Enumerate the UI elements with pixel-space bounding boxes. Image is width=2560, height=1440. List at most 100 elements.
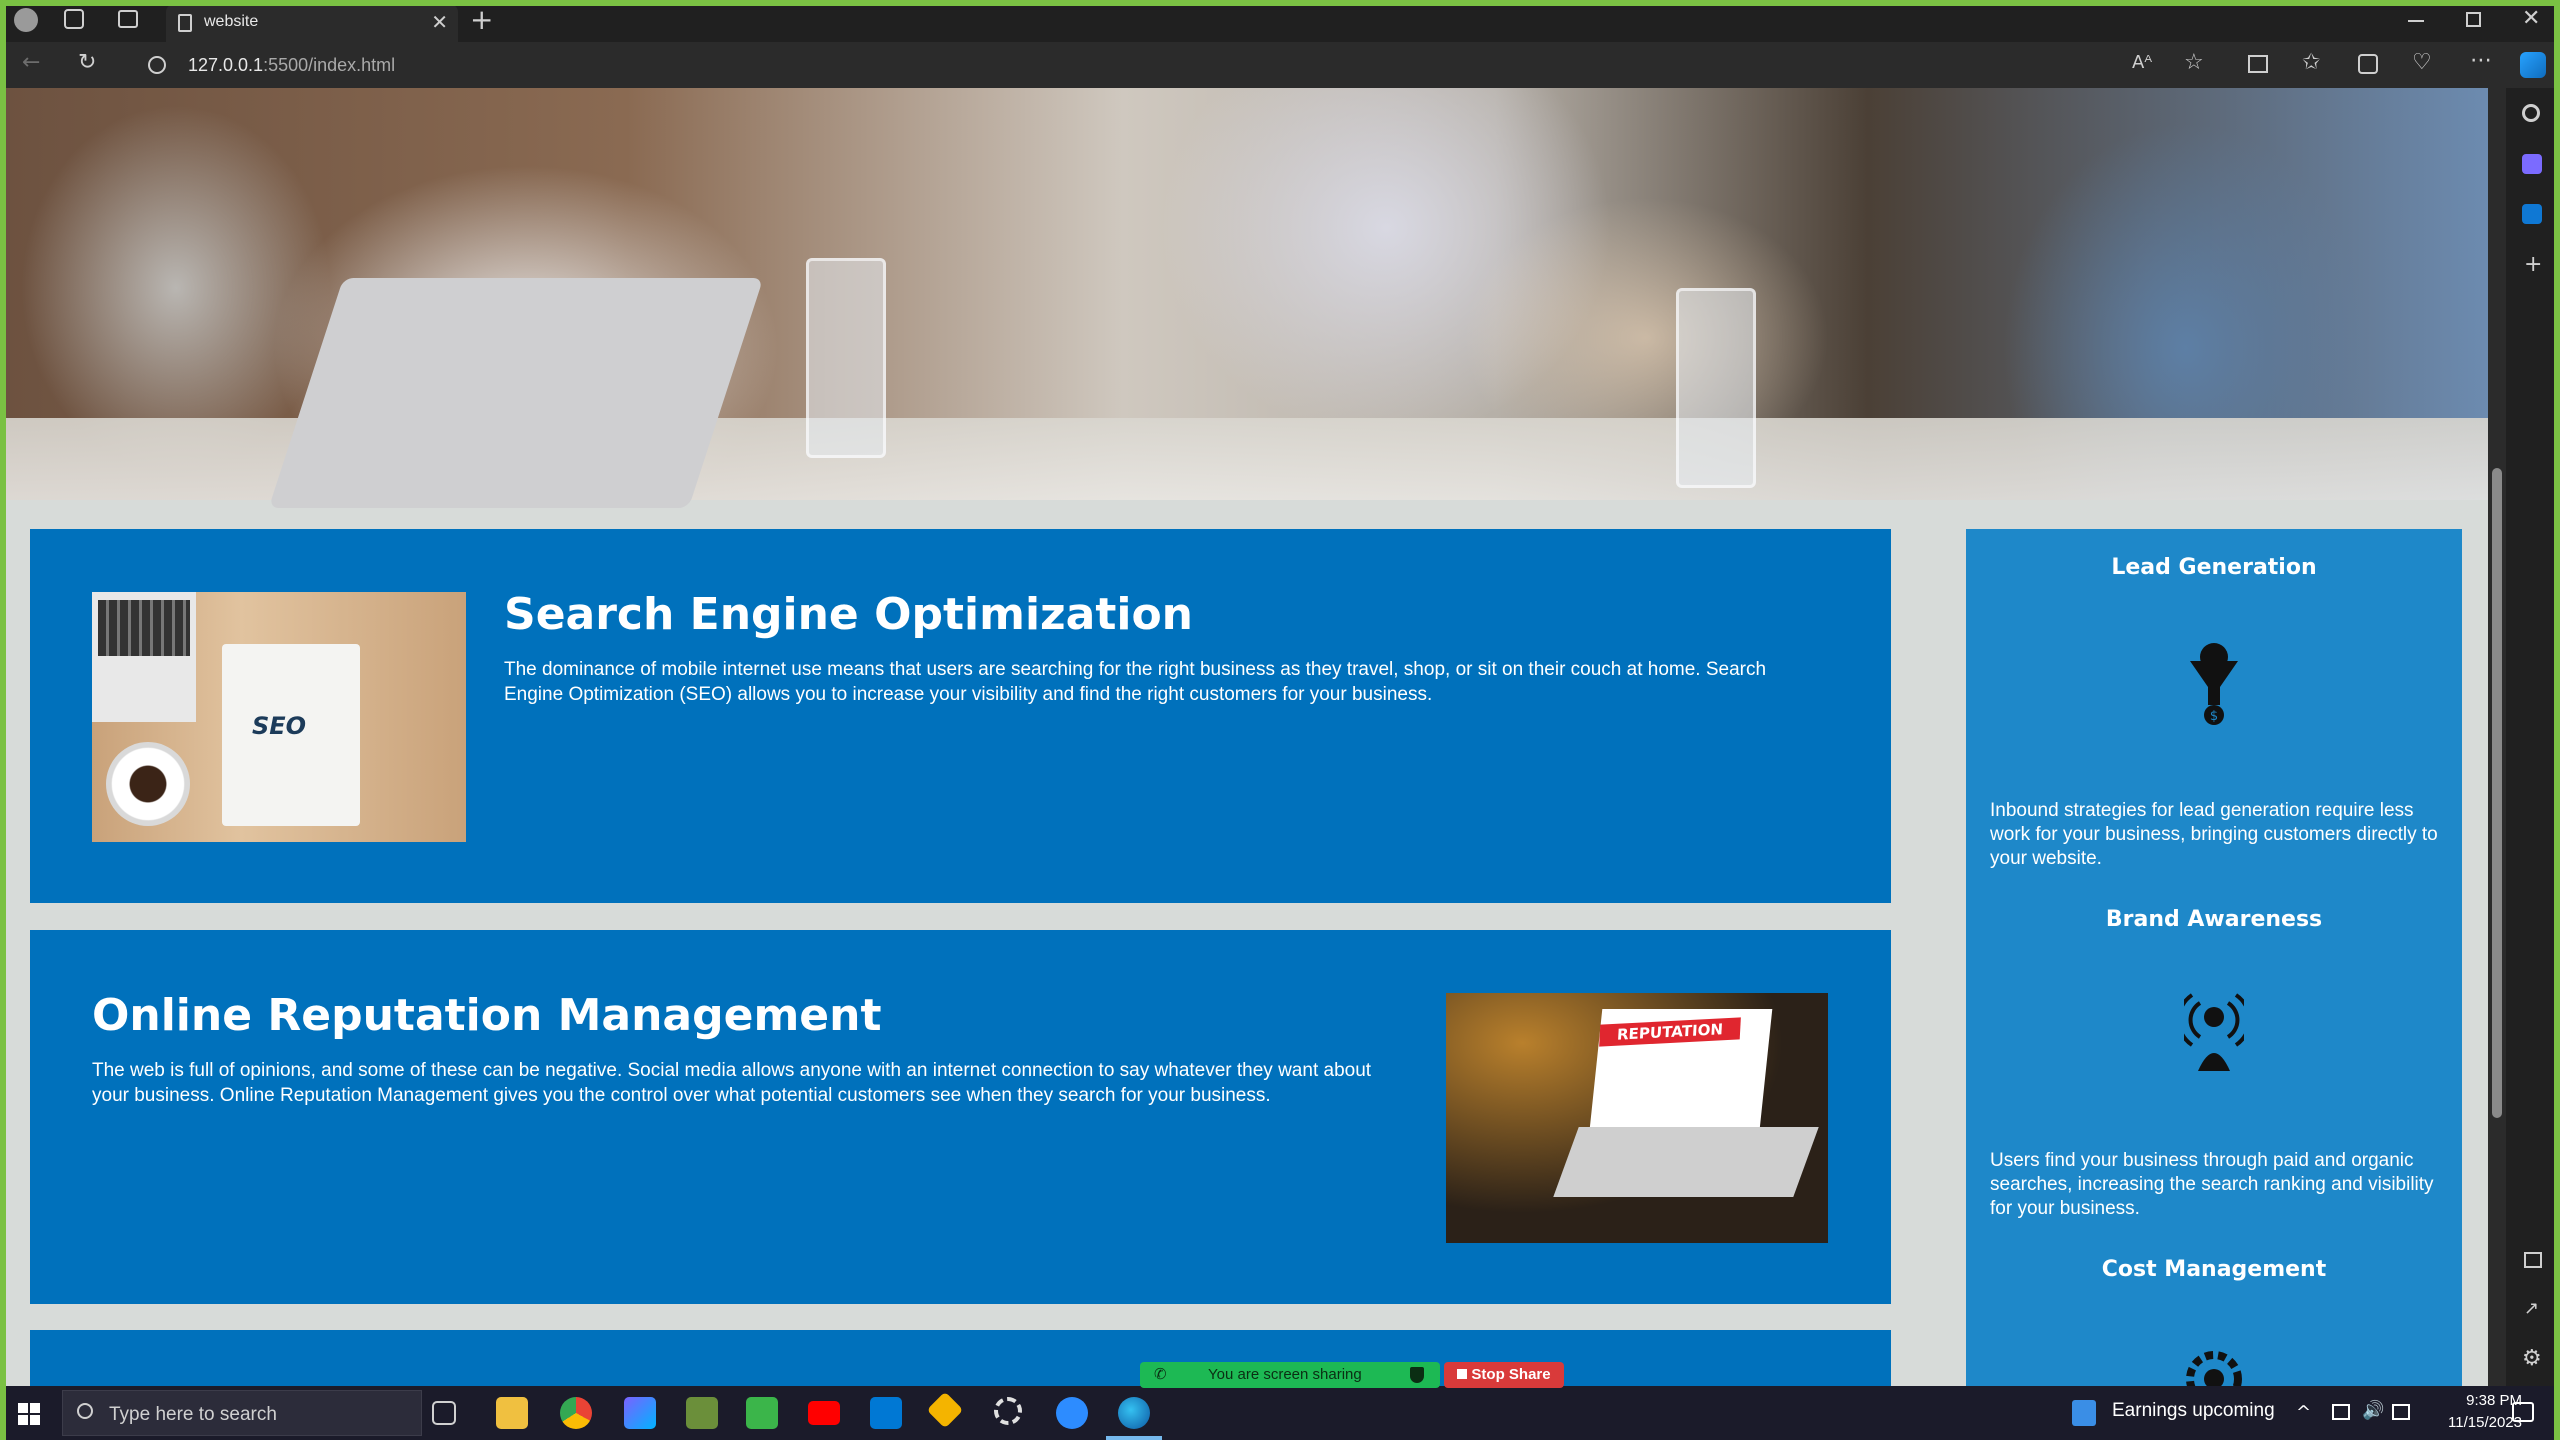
sidebar-toggle-icon[interactable] xyxy=(2524,1252,2542,1268)
scroll-thumb[interactable] xyxy=(2492,468,2502,1118)
orm-title: Online Reputation Management xyxy=(92,990,882,1041)
seo-image-label: SEO xyxy=(252,712,307,740)
brand-awareness-text: Users find your business through paid an… xyxy=(1990,1150,2434,1219)
task-view-icon[interactable] xyxy=(432,1401,456,1425)
edge-icon[interactable] xyxy=(1118,1397,1150,1429)
site-info-icon[interactable] xyxy=(148,56,166,74)
outlook-icon[interactable] xyxy=(2522,204,2542,224)
clock-time[interactable]: 9:38 PM xyxy=(2424,1392,2522,1409)
next-section xyxy=(30,1330,1891,1386)
orm-section: Online Reputation Management The web is … xyxy=(30,930,1891,1304)
tab-website[interactable]: website ✕ xyxy=(166,4,458,42)
orm-image-keyboard xyxy=(1553,1127,1819,1197)
close-tab-icon[interactable]: ✕ xyxy=(431,10,448,34)
minecraft-launcher-icon[interactable] xyxy=(746,1397,778,1429)
clipchamp-icon[interactable] xyxy=(624,1397,656,1429)
lead-generation-text: Inbound strategies for lead generation r… xyxy=(1990,800,2438,869)
seo-section: SEO Search Engine Optimization The domin… xyxy=(30,529,1891,903)
lead-generation-title: Lead Generation xyxy=(2111,555,2317,580)
clock-date[interactable]: 11/15/2023 xyxy=(2400,1414,2522,1431)
network-icon[interactable] xyxy=(2332,1404,2350,1420)
weather-news-icon[interactable] xyxy=(2072,1400,2096,1426)
stop-share-label: Stop Share xyxy=(1471,1366,1551,1383)
orm-text: The web is full of opinions, and some of… xyxy=(92,1060,1372,1106)
settings-icon[interactable]: ⚙ xyxy=(2522,1348,2542,1370)
shield-icon xyxy=(1410,1367,1424,1383)
split-screen-icon[interactable] xyxy=(2248,55,2268,73)
url-host: 127.0.0.1 xyxy=(188,55,264,75)
seo-image-keyboard xyxy=(98,600,190,656)
stop-share-button[interactable]: Stop Share xyxy=(1444,1362,1564,1388)
search-icon[interactable] xyxy=(2522,104,2540,122)
screen-share-banner: ✆ You are screen sharing xyxy=(1140,1362,1440,1388)
hero-image xyxy=(6,88,2488,508)
tab-bar: website ✕ + ✕ xyxy=(0,0,2560,42)
gear-icon xyxy=(2186,1351,2242,1386)
zoom-icon[interactable] xyxy=(1056,1397,1088,1429)
settings-gear-icon[interactable] xyxy=(994,1397,1022,1425)
browser-toolbar: ← ↻ 127.0.0.1:5500/index.html Aᴬ ☆ ✩ ♡ ⋯ xyxy=(0,42,2560,88)
taskbar-search[interactable]: Type here to search xyxy=(62,1390,422,1436)
seo-image-laptop xyxy=(92,592,196,722)
orm-image: REPUTATION xyxy=(1446,993,1828,1243)
minecraft-icon[interactable] xyxy=(686,1397,718,1429)
add-sidebar-app-icon[interactable]: + xyxy=(2524,254,2542,276)
back-icon[interactable]: ← xyxy=(22,52,40,74)
refresh-icon[interactable]: ↻ xyxy=(78,52,96,74)
page-icon xyxy=(178,14,192,32)
cost-management-title: Cost Management xyxy=(2101,1257,2327,1282)
screen-share-status: You are screen sharing xyxy=(1208,1366,1362,1383)
edge-active-indicator xyxy=(1106,1436,1162,1440)
broadcast-person-icon xyxy=(2184,993,2244,1071)
seo-text: The dominance of mobile internet use mea… xyxy=(504,659,1767,705)
search-icon xyxy=(77,1403,93,1419)
vscode-icon[interactable] xyxy=(870,1397,902,1429)
browser-sidebar: + ↗ ⚙ xyxy=(2506,88,2560,1386)
funnel-dollar-icon: $ xyxy=(2190,643,2238,725)
favorite-star-icon[interactable]: ☆ xyxy=(2184,52,2204,74)
page-scrollbar[interactable] xyxy=(2488,88,2506,1386)
phone-icon: ✆ xyxy=(1154,1365,1167,1383)
svg-text:$: $ xyxy=(2210,709,2218,724)
read-aloud-icon[interactable]: Aᴬ xyxy=(2132,54,2152,72)
services-sidebar: Lead Generation $ Inbound strategies for… xyxy=(1966,529,2462,1386)
seo-title: Search Engine Optimization xyxy=(504,589,1194,640)
address-bar[interactable]: 127.0.0.1:5500/index.html xyxy=(130,46,2090,84)
start-windows-icon[interactable] xyxy=(18,1403,40,1425)
news-widget[interactable]: Earnings upcoming xyxy=(2112,1400,2275,1422)
page-viewport: SEO Search Engine Optimization The domin… xyxy=(6,88,2488,1386)
minimize-icon[interactable] xyxy=(2408,20,2424,22)
collections-icon[interactable] xyxy=(2358,54,2378,74)
hero-glass xyxy=(1676,288,1756,488)
seo-image-coffee xyxy=(106,742,190,826)
notifications-icon[interactable] xyxy=(2512,1402,2534,1422)
close-window-icon[interactable]: ✕ xyxy=(2522,8,2540,30)
url-path: :5500/index.html xyxy=(263,55,396,75)
seo-image: SEO xyxy=(92,592,466,842)
favorites-icon[interactable]: ✩ xyxy=(2302,52,2320,74)
tab-title: website xyxy=(204,13,259,30)
more-menu-icon[interactable]: ⋯ xyxy=(2470,50,2492,72)
file-explorer-icon[interactable] xyxy=(496,1397,528,1429)
tray-chevron-icon[interactable]: ^ xyxy=(2296,1402,2311,1423)
copilot-sidebar-icon[interactable] xyxy=(2522,154,2542,174)
external-link-icon[interactable]: ↗ xyxy=(2524,1300,2539,1318)
profile-icon[interactable] xyxy=(14,8,38,32)
brand-awareness-title: Brand Awareness xyxy=(2105,907,2323,932)
volume-icon[interactable]: 🔊 xyxy=(2362,1400,2384,1421)
youtube-icon[interactable] xyxy=(808,1401,840,1425)
stop-icon xyxy=(1457,1369,1468,1379)
new-tab-icon[interactable]: + xyxy=(470,6,493,34)
workspaces-icon[interactable] xyxy=(64,9,84,29)
chrome-icon[interactable] xyxy=(560,1397,592,1429)
browser-essentials-icon[interactable]: ♡ xyxy=(2412,52,2432,74)
restore-icon[interactable] xyxy=(2466,12,2481,27)
vertical-tabs-icon[interactable] xyxy=(118,10,138,28)
hero-glass xyxy=(806,258,886,458)
hero-laptop xyxy=(268,278,764,508)
url-text: 127.0.0.1:5500/index.html xyxy=(188,55,395,76)
windows-taskbar: Type here to search Earnings upcoming ^ … xyxy=(0,1386,2560,1440)
git-tool-icon[interactable] xyxy=(926,1391,964,1429)
taskbar-search-placeholder: Type here to search xyxy=(109,1404,277,1425)
copilot-icon[interactable] xyxy=(2520,52,2546,78)
